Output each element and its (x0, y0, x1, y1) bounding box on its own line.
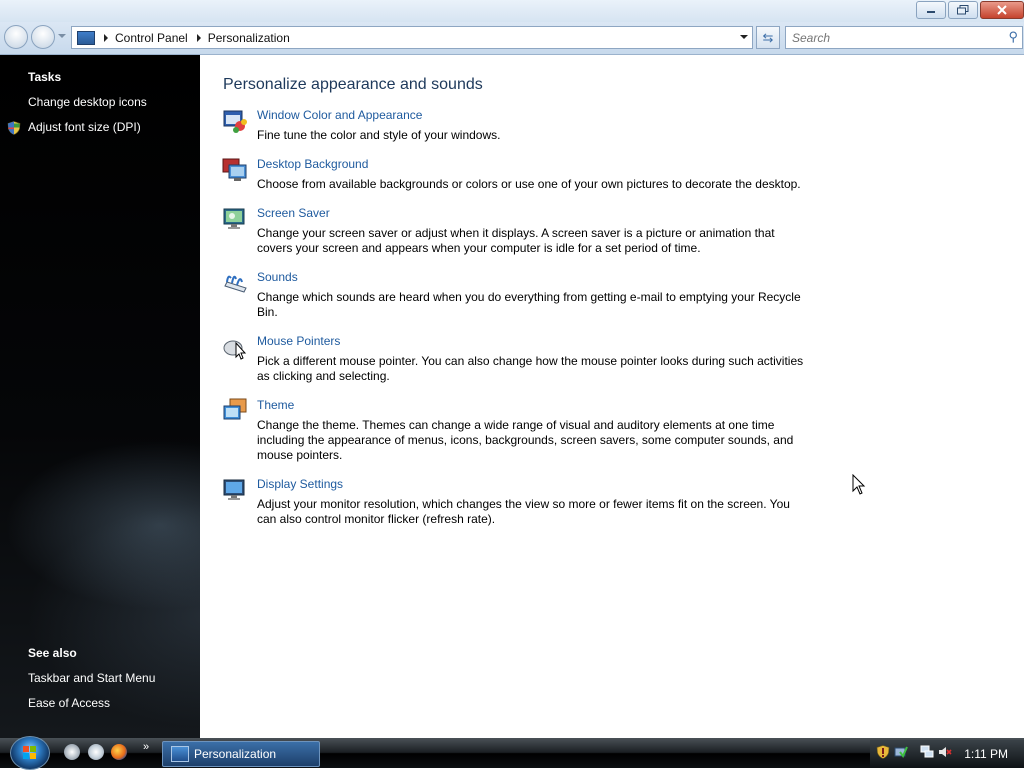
firefox-icon[interactable] (111, 744, 127, 760)
minimize-button[interactable] (916, 1, 946, 19)
page-title: Personalize appearance and sounds (223, 76, 483, 93)
list-item-screen-saver: Screen Saver Change your screen saver or… (222, 206, 812, 256)
display-settings-icon (223, 479, 245, 500)
network-icon[interactable] (920, 745, 934, 759)
volume-muted-icon[interactable] (938, 745, 952, 759)
list-item-theme: Theme Change the theme. Themes can chang… (222, 398, 812, 463)
minimize-icon (927, 11, 935, 13)
mouse-pointers-link[interactable]: Mouse Pointers (257, 334, 340, 348)
address-dropdown-icon[interactable] (740, 35, 748, 39)
control-panel-icon (171, 746, 189, 762)
mouse-cursor-icon (852, 474, 866, 495)
screen-saver-link[interactable]: Screen Saver (257, 206, 330, 220)
restore-icon (957, 5, 969, 15)
search-box[interactable]: ⚲ (785, 26, 1023, 49)
taskbar-start-menu-link[interactable]: Taskbar and Start Menu (28, 671, 155, 685)
sounds-link[interactable]: Sounds (257, 270, 298, 284)
recent-pages-dropdown[interactable] (58, 34, 66, 38)
change-desktop-icons-link[interactable]: Change desktop icons (28, 95, 147, 109)
quicklaunch-overflow-button[interactable]: » (143, 741, 149, 753)
address-bar[interactable]: Control Panel Personalization (71, 26, 753, 49)
theme-icon (223, 398, 247, 420)
maximize-button[interactable] (948, 1, 978, 19)
show-desktop-icon[interactable] (64, 744, 80, 760)
sounds-description: Change which sounds are heard when you d… (257, 290, 801, 319)
back-button[interactable] (4, 25, 28, 49)
screen-saver-icon (223, 208, 245, 229)
uac-shield-icon (7, 121, 21, 135)
system-tray: 1:11 PM (870, 740, 1024, 768)
search-input[interactable] (790, 27, 994, 48)
mouse-pointers-description: Pick a different mouse pointer. You can … (257, 354, 804, 383)
list-item-sounds: Sounds Change which sounds are heard whe… (222, 270, 812, 320)
breadcrumb-personalization[interactable]: Personalization (208, 31, 290, 45)
search-icon[interactable]: ⚲ (1008, 29, 1018, 45)
window-controls (916, 1, 1024, 19)
switch-windows-icon[interactable] (88, 744, 104, 760)
windows-logo-icon (23, 746, 36, 759)
taskbar-button-label: Personalization (194, 747, 277, 761)
breadcrumb-control-panel[interactable]: Control Panel (115, 31, 188, 45)
close-icon (997, 5, 1007, 15)
list-item-mouse-pointers: Mouse Pointers Pick a different mouse po… (222, 334, 812, 384)
left-task-pane: Tasks Change desktop icons Adjust font s… (0, 55, 200, 738)
window-color-description: Fine tune the color and style of your wi… (257, 128, 501, 142)
mouse-pointers-icon (223, 340, 247, 360)
list-item-window-color: Window Color and Appearance Fine tune th… (222, 108, 812, 148)
display-settings-link[interactable]: Display Settings (257, 477, 343, 491)
list-item-desktop-background: Desktop Background Choose from available… (222, 157, 812, 197)
forward-button[interactable] (31, 25, 55, 49)
see-also-heading: See also (28, 646, 77, 660)
window-color-icon (223, 110, 247, 133)
desktop-background-description: Choose from available backgrounds or col… (257, 177, 801, 191)
control-panel-icon (77, 30, 95, 45)
theme-description: Change the theme. Themes can change a wi… (257, 418, 794, 462)
navigation-bar: Control Panel Personalization ⇆ ⚲ (0, 22, 1024, 55)
security-shield-icon[interactable] (876, 745, 890, 759)
breadcrumb-arrow-icon[interactable] (104, 33, 108, 42)
main-content: Personalize appearance and sounds Window… (200, 55, 1024, 738)
tasks-heading: Tasks (28, 70, 62, 84)
adjust-font-size-link[interactable]: Adjust font size (DPI) (28, 120, 141, 134)
desktop-background-link[interactable]: Desktop Background (257, 157, 368, 171)
taskbar-button-personalization[interactable]: Personalization (162, 741, 320, 767)
title-bar (0, 0, 1024, 22)
list-item-display-settings: Display Settings Adjust your monitor res… (222, 477, 812, 527)
refresh-button[interactable]: ⇆ (756, 26, 780, 49)
update-icon[interactable] (894, 745, 908, 759)
ease-of-access-link[interactable]: Ease of Access (28, 696, 110, 710)
theme-link[interactable]: Theme (257, 398, 294, 412)
screen-saver-description: Change your screen saver or adjust when … (257, 226, 775, 255)
desktop-background-icon (222, 158, 247, 181)
window-color-and-appearance-link[interactable]: Window Color and Appearance (257, 108, 422, 122)
close-button[interactable] (980, 1, 1024, 19)
display-settings-description: Adjust your monitor resolution, which ch… (257, 497, 790, 526)
start-button[interactable] (10, 736, 50, 770)
refresh-icon: ⇆ (762, 29, 774, 45)
breadcrumb-arrow-icon[interactable] (196, 33, 201, 42)
clock[interactable]: 1:11 PM (964, 747, 1008, 761)
sounds-icon (224, 275, 247, 293)
